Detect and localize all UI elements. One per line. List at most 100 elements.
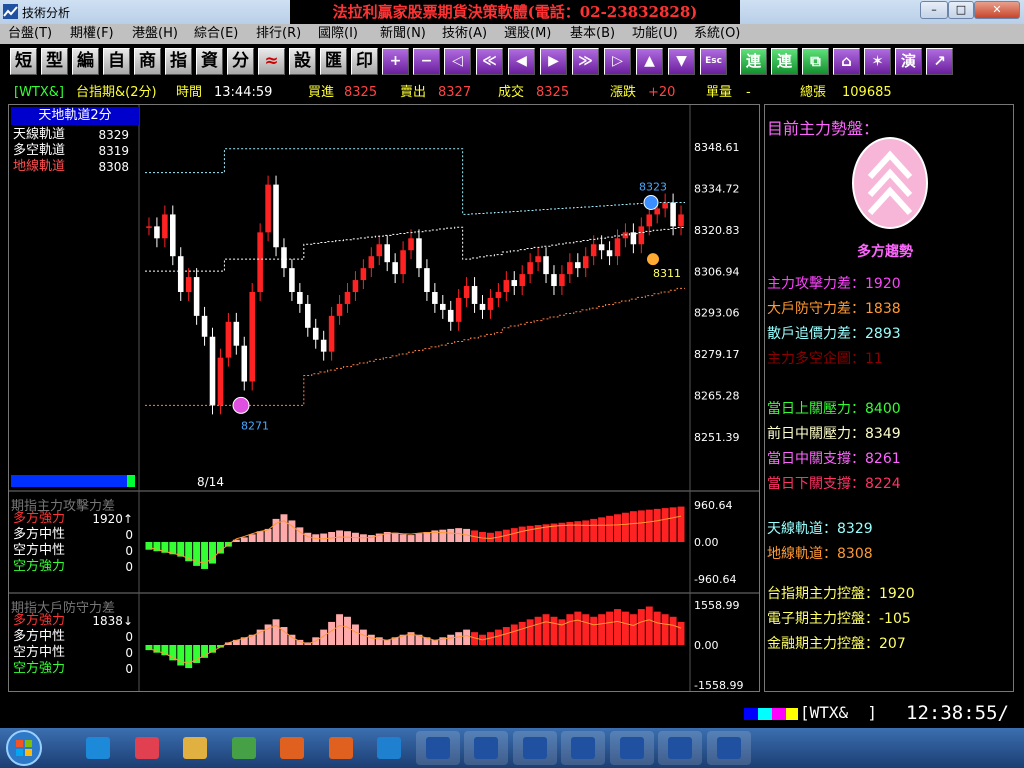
candle-body — [281, 247, 287, 269]
candle-body — [440, 303, 446, 310]
toolbar-right-button-3[interactable]: ⌂ — [833, 48, 860, 75]
trend-item-12: 金融期主力控盤：207 — [767, 636, 906, 652]
trend-item-2: 散戶追價力差：2893 — [767, 326, 901, 342]
menu-item-5[interactable]: 國際(I) — [318, 24, 358, 44]
toolbar-char-button-3[interactable]: 自 — [103, 48, 130, 75]
sub1-bar — [455, 528, 463, 542]
maximize-button[interactable]: □ — [948, 1, 974, 19]
taskbar-app-9[interactable] — [512, 731, 557, 765]
menu-item-2[interactable]: 港盤(H) — [132, 24, 178, 44]
menu-item-1[interactable]: 期權(F) — [70, 24, 114, 44]
sub1-value-1: 0 — [125, 528, 133, 542]
nav-arrow-button-5[interactable]: ▷ — [604, 48, 631, 75]
taskbar-app-1[interactable] — [125, 731, 169, 765]
nav-arrow-button-0[interactable]: ◁ — [444, 48, 471, 75]
taskbar-app-4[interactable] — [270, 731, 314, 765]
minimize-button[interactable]: – — [920, 1, 948, 19]
date-label: 8/14 — [197, 475, 224, 489]
menu-item-11[interactable]: 系統(O) — [694, 24, 740, 44]
nav-arrow-button-2[interactable]: ◀ — [508, 48, 535, 75]
taskbar-app-2[interactable] — [173, 731, 217, 765]
toolbar-char2-button-2[interactable]: 印 — [351, 48, 378, 75]
taskbar-app-11[interactable] — [609, 731, 654, 765]
menu-item-4[interactable]: 排行(R) — [256, 24, 301, 44]
sub1-bar — [606, 515, 614, 542]
chart-canvas[interactable]: 8348.61 8334.72 8320.83 8306.94 8293.06 8279.… — [9, 105, 759, 691]
toolbar-char-button-4[interactable]: 商 — [134, 48, 161, 75]
candle-body — [193, 277, 200, 316]
scroll-indicator[interactable] — [127, 475, 135, 487]
taskbar-app-3[interactable] — [222, 731, 266, 765]
candle-body — [582, 256, 589, 269]
menu-item-6[interactable]: 新聞(N) — [380, 24, 426, 44]
close-button[interactable]: ✕ — [974, 1, 1020, 19]
toolbar-char2-button-0[interactable]: 設 — [289, 48, 316, 75]
quote-ask-label: 賣出 — [400, 85, 427, 100]
menu-item-7[interactable]: 技術(A) — [442, 24, 487, 44]
toolbar-right-button-1[interactable]: 連 — [771, 48, 798, 75]
sub1-bar — [256, 531, 264, 542]
toolbar-right-button-4[interactable]: ✶ — [864, 48, 891, 75]
toolbar-char-button-0[interactable]: 短 — [10, 48, 37, 75]
nav-arrow-button-4[interactable]: ≫ — [572, 48, 599, 75]
candle-body — [392, 262, 398, 275]
main-legend-title[interactable]: 天地軌道2分 — [11, 107, 139, 125]
candle-body — [471, 286, 478, 304]
scroll-track[interactable] — [11, 475, 127, 487]
taskbar-app-6[interactable] — [367, 731, 411, 765]
sub1-value-0: 1920↑ — [92, 512, 133, 526]
toolbar-char-button-2[interactable]: 編 — [72, 48, 99, 75]
sub1-label-0: 多方強力 — [13, 511, 66, 526]
sub2-bar — [463, 629, 471, 645]
toolbar-char-button-7[interactable]: 分 — [227, 48, 254, 75]
high-marker-label: 8323 — [639, 181, 667, 194]
chart-type-button[interactable]: ≈ — [258, 48, 285, 75]
taskbar-app-5[interactable] — [319, 731, 363, 765]
chart-area[interactable]: 8348.61 8334.72 8320.83 8306.94 8293.06 8279.… — [8, 104, 760, 692]
main-legend-label-1: 多空軌道 — [13, 143, 66, 158]
sub2-bar — [455, 632, 463, 645]
toolbar-char2-button-1[interactable]: 匯 — [320, 48, 347, 75]
toolbar-right-button-6[interactable]: ↗ — [926, 48, 953, 75]
menu-item-3[interactable]: 綜合(E) — [194, 24, 238, 44]
sub2-label-0: 多方強力 — [13, 613, 66, 628]
quote-bid: 8325 — [344, 85, 378, 100]
trend-item-5: 前日中關壓力：8349 — [767, 426, 901, 442]
taskbar-app-7[interactable] — [415, 731, 460, 765]
toolbar-char-button-1[interactable]: 型 — [41, 48, 68, 75]
nav-arrow-button-6[interactable]: ▲ — [636, 48, 663, 75]
esc-button[interactable]: Esc — [700, 48, 727, 75]
toolbar: 短型編自商指資分 ≈ 設匯印 + − ◁ ≪ ◀ ▶ ≫ ▷ ▲ ▼ Esc 連連 ⧉ ⌂ ✶ 演 ↗ — [0, 44, 1024, 78]
nav-arrow-button-7[interactable]: ▼ — [668, 48, 695, 75]
status-color-yellow — [786, 708, 798, 720]
taskbar-app-12[interactable] — [658, 731, 702, 765]
nav-arrow-button-3[interactable]: ▶ — [540, 48, 567, 75]
menu-item-8[interactable]: 選股(M) — [504, 24, 551, 44]
toolbar-char-button-6[interactable]: 資 — [196, 48, 223, 75]
taskbar-app-8[interactable] — [464, 731, 508, 765]
taskbar-app-13[interactable] — [706, 731, 751, 765]
toolbar-char-button-5[interactable]: 指 — [165, 48, 192, 75]
menu-item-10[interactable]: 功能(U) — [632, 24, 678, 44]
main-y-tick-0: 8348.61 — [694, 141, 740, 154]
candle-body — [638, 226, 645, 245]
sub2-bar — [272, 619, 280, 645]
menu-item-9[interactable]: 基本(B) — [570, 24, 615, 44]
candle-body — [273, 184, 279, 248]
taskbar-app-10[interactable] — [561, 731, 605, 765]
sub1-bar — [391, 532, 399, 542]
zoom-out-button[interactable]: − — [413, 48, 440, 75]
sub2-bar — [614, 609, 621, 645]
menu-item-0[interactable]: 台盤(T) — [8, 24, 52, 44]
start-button-icon[interactable] — [4, 729, 44, 767]
nav-arrow-button-1[interactable]: ≪ — [476, 48, 503, 75]
zoom-in-button[interactable]: + — [382, 48, 409, 75]
sub1-bar — [479, 531, 486, 542]
toolbar-right-button-0[interactable]: 連 — [740, 48, 767, 75]
taskbar-app-0[interactable] — [76, 731, 120, 765]
toolbar-right-button-5[interactable]: 演 — [895, 48, 922, 75]
sub1-bar — [590, 518, 598, 542]
candle-body — [344, 292, 351, 304]
toolbar-right-button-2[interactable]: ⧉ — [802, 48, 829, 75]
sub1-bar — [526, 525, 534, 542]
